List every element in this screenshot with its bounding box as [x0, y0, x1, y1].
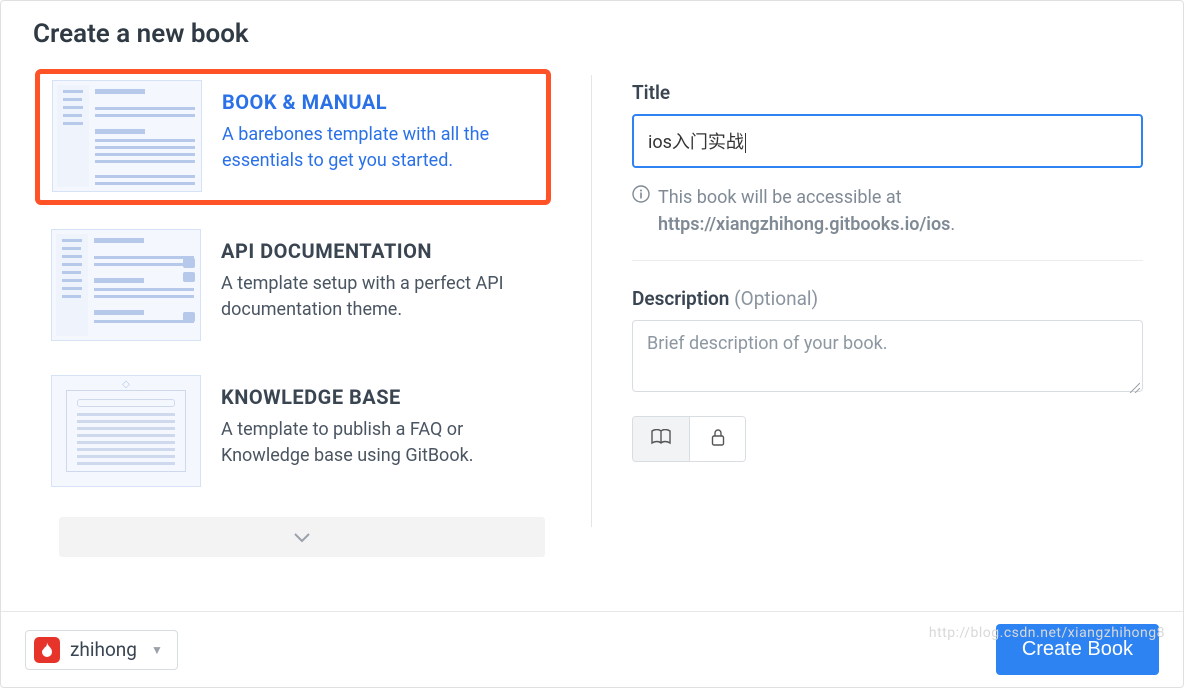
title-input[interactable]: ios入门实战 — [632, 114, 1143, 168]
dialog-footer: zhihong ▼ Create Book — [1, 611, 1183, 687]
template-api-documentation[interactable]: API DOCUMENTATION A template setup with … — [35, 219, 551, 351]
book-form: Title ios入门实战 This book will be accessib… — [632, 69, 1153, 557]
create-book-button[interactable]: Create Book — [996, 624, 1159, 675]
page-title: Create a new book — [33, 19, 1153, 49]
description-label: Description (Optional) — [632, 287, 1143, 310]
template-desc: A barebones template with all the essent… — [222, 122, 536, 174]
description-input[interactable]: Brief description of your book. — [632, 320, 1143, 392]
template-title: KNOWLEDGE BASE — [221, 385, 539, 409]
template-title: API DOCUMENTATION — [221, 239, 539, 263]
template-book-manual[interactable]: BOOK & MANUAL A barebones template with … — [35, 69, 551, 205]
info-icon — [632, 184, 650, 238]
template-thumb — [51, 229, 201, 341]
flame-icon — [34, 637, 60, 663]
accessibility-hint: This book will be accessible at https://… — [632, 184, 1143, 238]
show-more-templates[interactable] — [59, 517, 545, 557]
template-thumb: ◇ — [51, 375, 201, 487]
template-title: BOOK & MANUAL — [222, 90, 536, 114]
chevron-down-icon — [294, 528, 310, 547]
template-knowledge-base[interactable]: ◇ KNOWLEDGE BASE A template to publish a… — [35, 365, 551, 497]
template-list: BOOK & MANUAL A barebones template with … — [31, 69, 551, 557]
template-desc: A template to publish a FAQ or Knowledge… — [221, 417, 539, 469]
title-label: Title — [632, 81, 1143, 104]
lock-icon — [711, 428, 725, 450]
visibility-public-button[interactable] — [633, 417, 689, 461]
book-icon — [651, 429, 671, 449]
owner-name: zhihong — [70, 638, 137, 661]
owner-dropdown[interactable]: zhihong ▼ — [25, 630, 178, 670]
template-thumb — [52, 80, 202, 192]
resize-handle[interactable] — [1128, 377, 1140, 389]
create-book-dialog: Create a new book — [0, 0, 1184, 688]
caret-down-icon: ▼ — [151, 643, 163, 657]
main-area: Create a new book — [1, 1, 1183, 611]
template-desc: A template setup with a perfect API docu… — [221, 271, 539, 323]
visibility-private-button[interactable] — [689, 417, 745, 461]
visibility-toggle — [632, 416, 746, 462]
column-divider — [591, 75, 592, 527]
